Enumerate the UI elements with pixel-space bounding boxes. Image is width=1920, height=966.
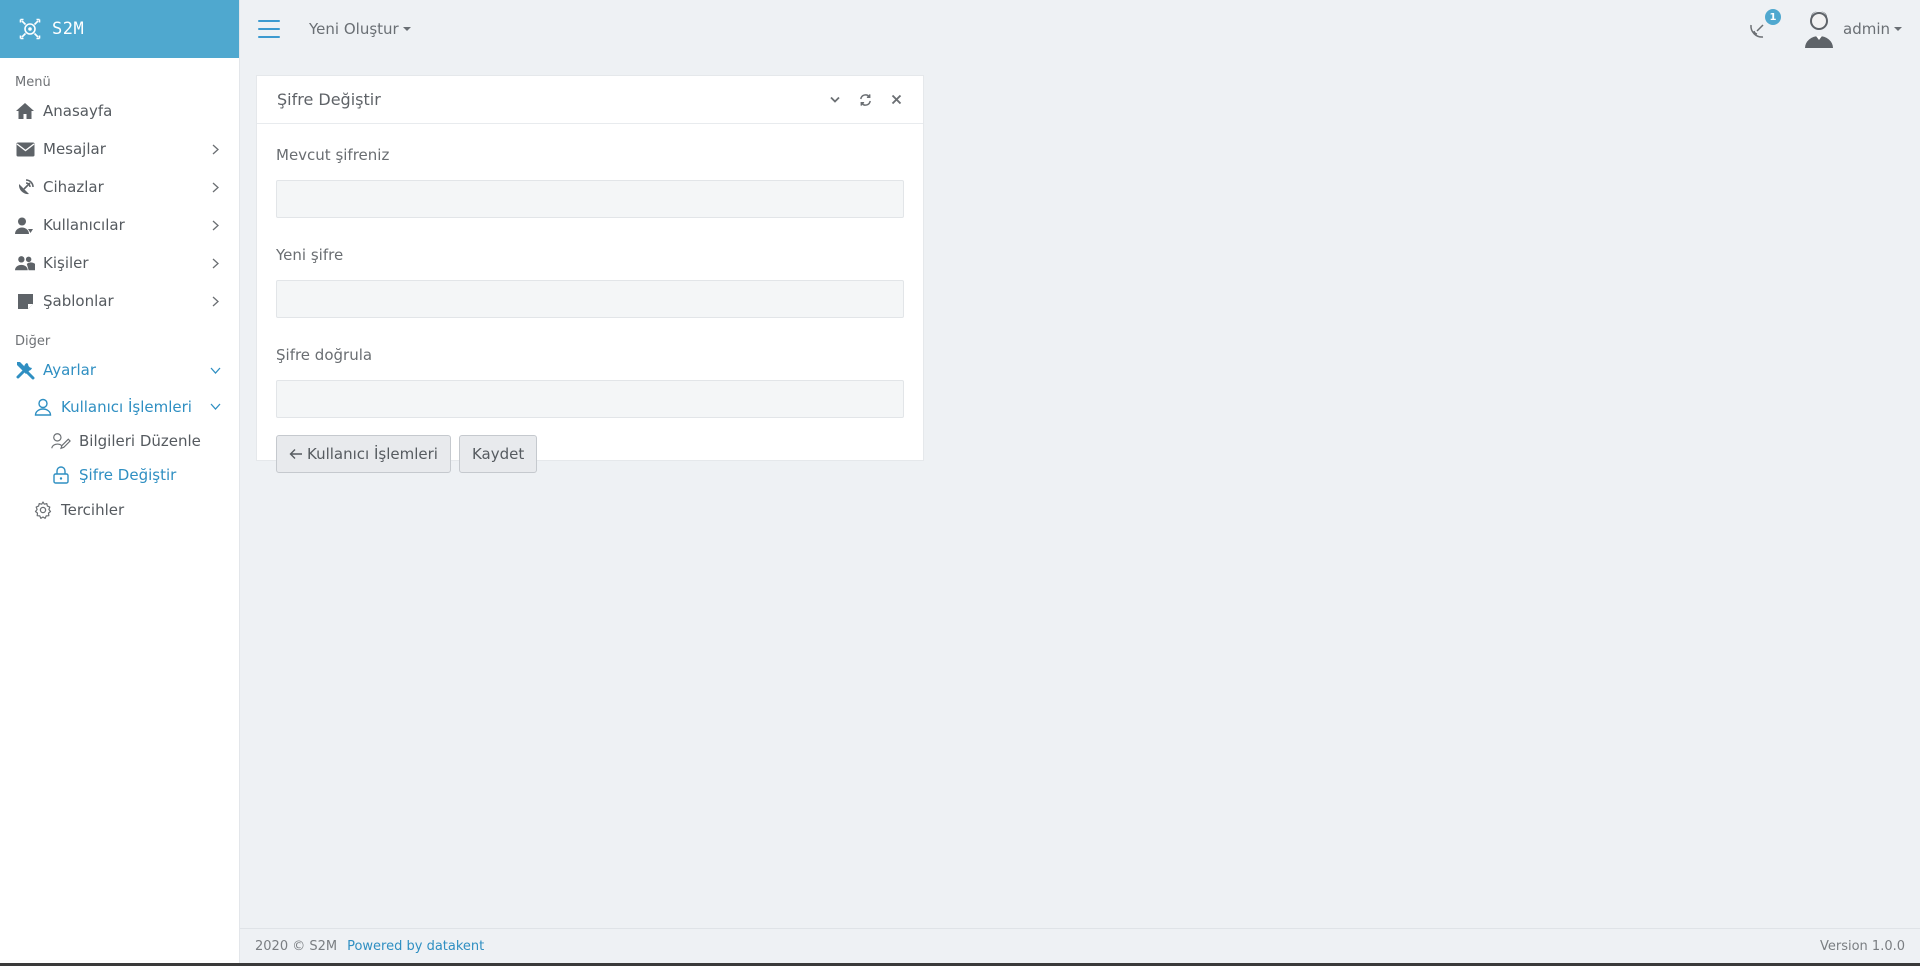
sidebar-item-label: Bilgileri Düzenle (79, 432, 201, 450)
chevron-right-icon (209, 295, 221, 307)
brand-header[interactable]: S2M (0, 0, 239, 58)
copyright-text: 2020 © S2M (255, 938, 338, 954)
user-outline-icon (33, 397, 53, 417)
gear-icon (33, 500, 53, 520)
sidebar-item-user-operations[interactable]: Kullanıcı İşlemleri (0, 389, 239, 424)
topbar: Yeni Oluştur 1 admin (240, 0, 1920, 58)
card-title: Şifre Değiştir (277, 90, 381, 109)
sidebar-item-change-password[interactable]: Şifre Değiştir (0, 458, 239, 492)
card-header: Şifre Değiştir (257, 76, 923, 124)
caret-down-icon (402, 27, 411, 31)
user-edit-icon (51, 431, 71, 451)
back-to-user-operations-button[interactable]: Kullanıcı İşlemleri (276, 435, 451, 473)
refresh-icon[interactable] (859, 93, 872, 106)
sidebar-item-contacts[interactable]: Kişiler (0, 244, 239, 282)
lock-icon (51, 465, 71, 485)
new-create-dropdown[interactable]: Yeni Oluştur (309, 20, 411, 38)
users-icon (15, 253, 35, 273)
field-group: Yeni şifre (276, 246, 904, 318)
sidebar-item-home[interactable]: Anasayfa (0, 92, 239, 130)
sidebar-item-label: Şifre Değiştir (79, 466, 177, 484)
close-icon[interactable] (890, 93, 903, 106)
sidebar-item-users[interactable]: Kullanıcılar (0, 206, 239, 244)
menu-toggle-button[interactable] (258, 20, 280, 38)
sidebar-item-label: Ayarlar (43, 361, 97, 379)
chevron-down-icon (209, 364, 221, 376)
sidebar-item-preferences[interactable]: Tercihler (0, 492, 239, 527)
sidebar-item-edit-info[interactable]: Bilgileri Düzenle (0, 424, 239, 458)
collapse-chevron-icon[interactable] (828, 93, 841, 106)
save-button[interactable]: Kaydet (458, 435, 538, 473)
current-password-input[interactable] (276, 180, 904, 218)
field-group: Mevcut şifreniz (276, 146, 904, 218)
user-icon (15, 215, 35, 235)
brand-name: S2M (52, 19, 85, 39)
sidebar-item-templates[interactable]: Şablonlar (0, 282, 239, 320)
field-group: Şifre doğrula (276, 346, 904, 418)
notification-badge: 1 (1765, 9, 1781, 25)
hamburger-line (258, 20, 280, 22)
hamburger-line (258, 36, 280, 38)
form-actions: Kullanıcı İşlemleri Kaydet (276, 435, 904, 473)
home-icon (15, 101, 35, 121)
sidebar-item-label: Anasayfa (43, 102, 113, 120)
password-form: Mevcut şifreniz Yeni şifre Şifre doğrula… (257, 124, 923, 473)
chevron-right-icon (209, 181, 221, 193)
sidebar-item-label: Kişiler (43, 254, 89, 272)
powered-by-link[interactable]: Powered by datakent (347, 939, 484, 954)
user-name: admin (1843, 20, 1890, 38)
notifications-button[interactable]: 1 (1747, 9, 1781, 41)
card-tools (828, 93, 903, 106)
new-password-input[interactable] (276, 280, 904, 318)
sidebar-item-settings[interactable]: Ayarlar (0, 351, 239, 389)
section-label-other: Diğer (15, 334, 51, 349)
version-text: Version 1.0.0 (1819, 938, 1905, 954)
sidebar-item-label: Şablonlar (43, 292, 114, 310)
chevron-down-icon (209, 401, 221, 413)
topbar-right: 1 admin (1747, 0, 1902, 58)
user-menu[interactable]: admin (1803, 10, 1902, 48)
confirm-password-input[interactable] (276, 380, 904, 418)
chevron-right-icon (209, 257, 221, 269)
sidebar-item-messages[interactable]: Mesajlar (0, 130, 239, 168)
note-icon (15, 291, 35, 311)
sidebar-item-label: Cihazlar (43, 178, 104, 196)
change-password-card: Şifre Değiştir Mevcut şifreniz Yeni şifr… (256, 75, 924, 473)
avatar (1805, 11, 1833, 48)
arrow-left-icon (289, 448, 303, 460)
caret-down-icon (1894, 27, 1902, 31)
new-create-label: Yeni Oluştur (309, 20, 399, 38)
new-password-label: Yeni şifre (276, 246, 344, 264)
current-password-label: Mevcut şifreniz (276, 146, 390, 164)
footer: 2020 © S2M Powered by datakent Version 1… (240, 928, 1920, 963)
hamburger-line (258, 28, 280, 30)
back-button-label: Kullanıcı İşlemleri (307, 445, 438, 463)
logo-icon (18, 17, 42, 41)
chevron-right-icon (209, 219, 221, 231)
envelope-icon (15, 139, 35, 159)
sidebar-item-label: Kullanıcı İşlemleri (61, 397, 192, 416)
sidebar-item-label: Kullanıcılar (43, 216, 125, 234)
section-label-menu: Menü (15, 75, 51, 90)
chevron-right-icon (209, 143, 221, 155)
sidebar-item-label: Tercihler (61, 500, 125, 519)
sidebar-item-label: Mesajlar (43, 140, 106, 158)
sidebar-item-devices[interactable]: Cihazlar (0, 168, 239, 206)
satellite-dish-icon (15, 177, 35, 197)
confirm-password-label: Şifre doğrula (276, 346, 373, 364)
sidebar: S2M Menü Anasayfa Mesajlar Cihazlar Kull… (0, 0, 240, 966)
tools-icon (15, 360, 35, 380)
